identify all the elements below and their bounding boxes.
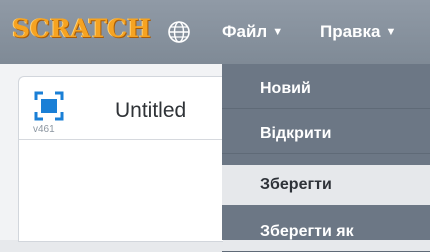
edit-menu-label: Правка (320, 22, 381, 41)
caret-down-icon: ▼ (385, 26, 397, 38)
menu-item-new[interactable]: Новий (222, 69, 430, 109)
fullscreen-icon[interactable] (34, 91, 64, 121)
project-header: v461 Untitled (19, 77, 223, 140)
menu-item-save-as[interactable]: Зберегти як (222, 212, 430, 252)
menu-item-open[interactable]: Відкрити (222, 114, 430, 154)
top-menubar: SCRATCH Файл ▼ Правка ▼ (0, 0, 430, 64)
globe-icon[interactable] (167, 20, 191, 44)
project-title[interactable]: Untitled (115, 99, 186, 123)
version-label: v461 (33, 124, 55, 135)
file-menu[interactable]: Файл ▼ (222, 19, 283, 45)
scratch-logo[interactable]: SCRATCH (12, 14, 151, 48)
file-menu-label: Файл (222, 22, 268, 41)
file-menu-dropdown: Новий Відкрити Зберегти Зберегти як (222, 64, 430, 252)
edit-menu[interactable]: Правка ▼ (320, 19, 396, 45)
menu-item-save[interactable]: Зберегти (222, 165, 430, 205)
project-card: v461 Untitled (18, 76, 223, 242)
stage-panel: v461 Untitled (0, 64, 223, 242)
caret-down-icon: ▼ (272, 26, 284, 38)
